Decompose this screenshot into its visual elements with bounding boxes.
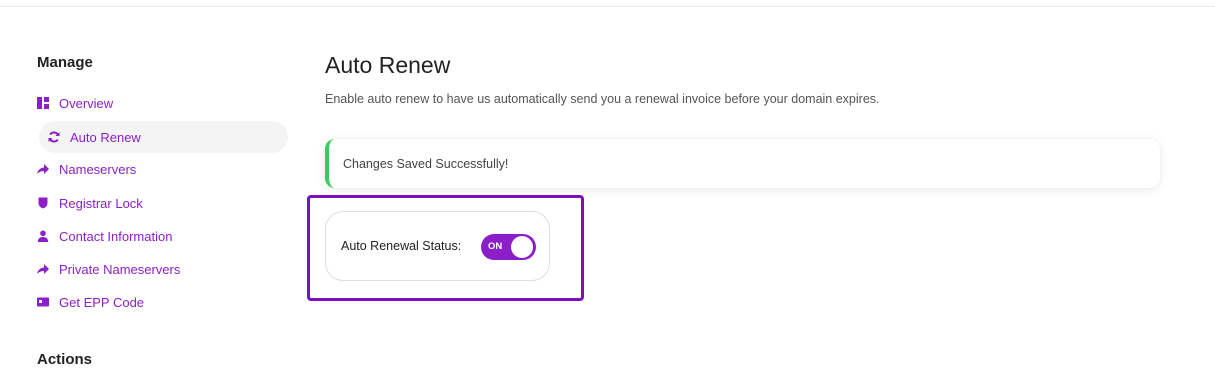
id-card-icon — [37, 296, 49, 308]
auto-renewal-status-card: Auto Renewal Status: ON — [325, 211, 550, 281]
sidebar-item-get-epp-code[interactable]: Get EPP Code — [37, 286, 144, 318]
user-icon — [37, 230, 49, 242]
sidebar-item-label: Get EPP Code — [59, 294, 145, 310]
sidebar-item-registrar-lock[interactable]: Registrar Lock — [37, 187, 143, 219]
sidebar-item-label: Private Nameservers — [59, 261, 181, 277]
share-arrow-icon — [37, 263, 49, 275]
sidebar-item-nameservers[interactable]: Nameservers — [37, 153, 136, 185]
page-title: Auto Renew — [325, 52, 451, 78]
sidebar-item-contact-information[interactable]: Contact Information — [37, 220, 172, 252]
dashboard-icon — [37, 97, 49, 109]
share-arrow-icon — [37, 163, 49, 175]
sidebar-item-label: Nameservers — [59, 161, 137, 177]
toggle-knob — [511, 236, 533, 258]
auto-renewal-status-label: Auto Renewal Status: — [341, 239, 462, 253]
sidebar-item-label: Registrar Lock — [59, 195, 143, 211]
sidebar-item-label: Overview — [59, 95, 114, 111]
shield-icon — [37, 197, 49, 209]
manage-heading: Manage — [37, 54, 93, 71]
success-alert: Changes Saved Successfully! — [325, 139, 1160, 188]
top-divider — [0, 6, 1215, 7]
success-alert-text: Changes Saved Successfully! — [343, 156, 509, 171]
page-description: Enable auto renew to have us automatical… — [325, 92, 880, 106]
sidebar-item-auto-renew[interactable]: Auto Renew — [39, 121, 288, 153]
sidebar-item-overview[interactable]: Overview — [37, 87, 113, 119]
sidebar-item-private-nameservers[interactable]: Private Nameservers — [37, 253, 180, 285]
sidebar-item-label: Auto Renew — [70, 129, 141, 145]
sync-icon — [48, 131, 60, 143]
actions-heading: Actions — [37, 351, 93, 368]
auto-renewal-toggle[interactable]: ON — [481, 234, 536, 260]
toggle-state-label: ON — [488, 241, 503, 252]
sidebar-item-label: Contact Information — [59, 228, 173, 244]
